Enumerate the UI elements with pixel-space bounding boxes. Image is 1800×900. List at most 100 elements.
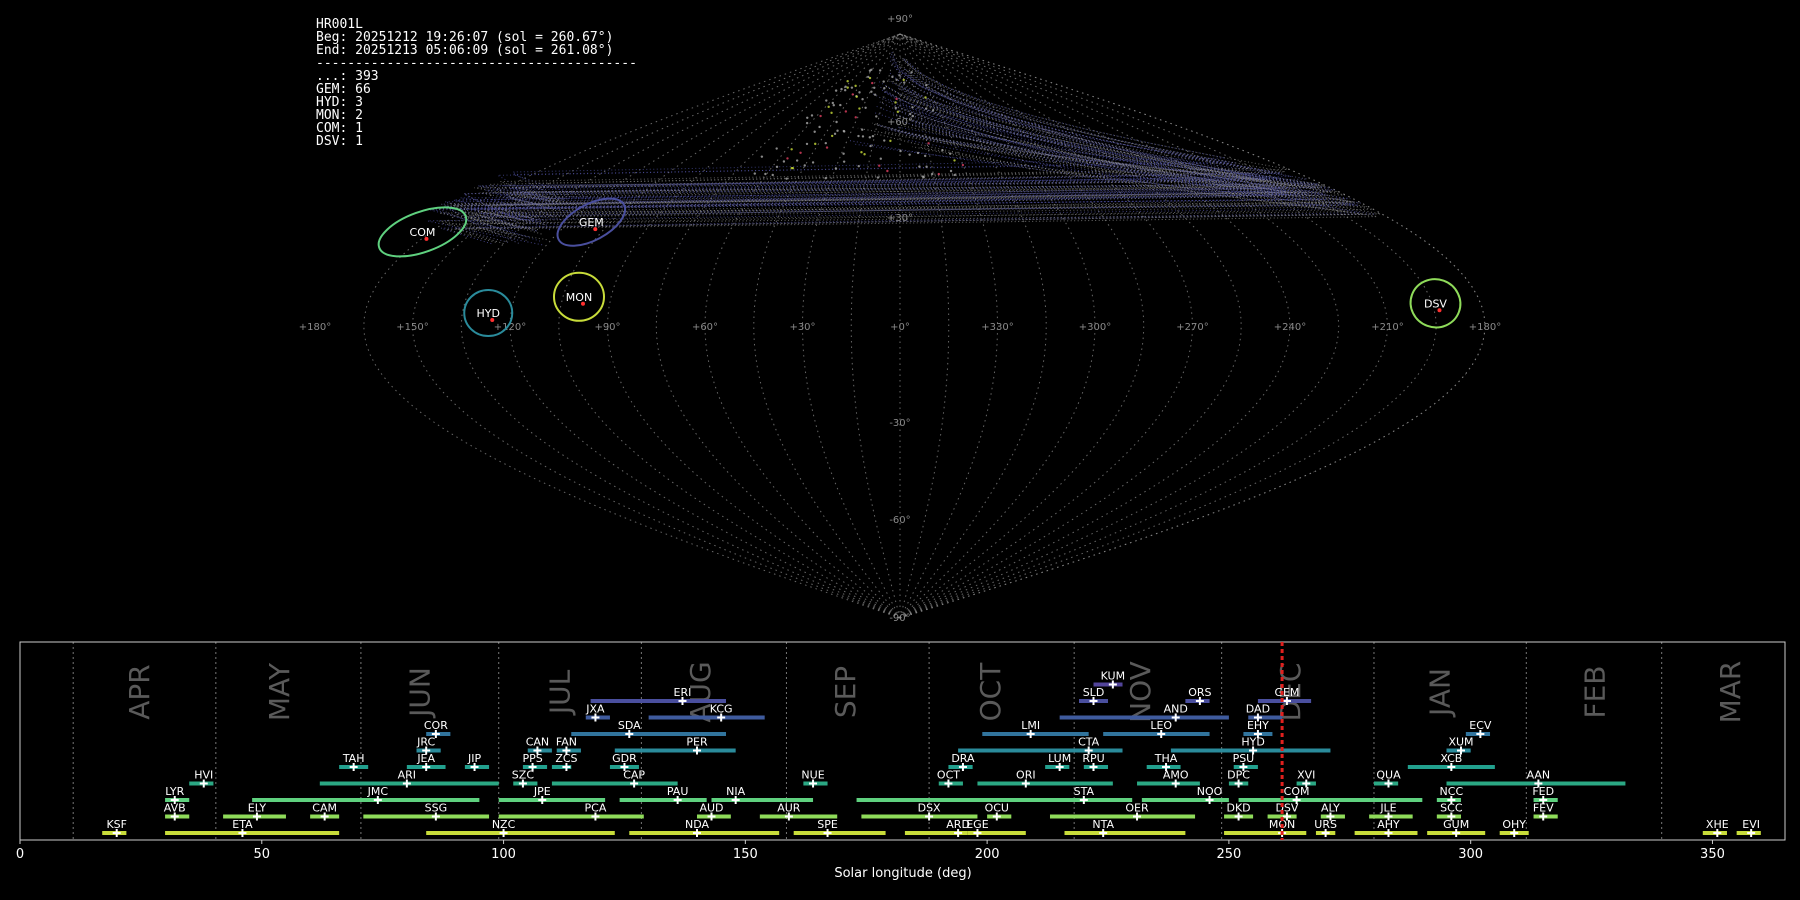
shower-ors: ORS: [1185, 686, 1212, 705]
meteor-point: [870, 90, 873, 93]
shower-label: URS: [1314, 818, 1337, 831]
shower-nzc: NZC: [426, 818, 615, 837]
shower-ocu: OCU: [985, 802, 1012, 821]
meteor-point: [894, 101, 897, 104]
shower-label: JPE: [533, 785, 551, 798]
meteor-point: [805, 142, 809, 146]
meteor-point: [871, 81, 874, 85]
shower-fed: FED: [1532, 785, 1558, 804]
shower-cta: CTA: [958, 736, 1123, 755]
meteor-point: [896, 110, 900, 114]
shower-xcb: XCB: [1407, 752, 1495, 771]
meteor-point: [782, 160, 786, 163]
month-label-nov: NOV: [1124, 661, 1157, 723]
shower-label: ORS: [1188, 686, 1211, 699]
shower-ncc: NCC: [1436, 785, 1463, 804]
shower-radiants: COM GEM MON HYD DSV: [377, 197, 1462, 338]
meteor-point: [925, 165, 928, 168]
shower-label: DRA: [951, 752, 975, 765]
shower-label: OHY: [1502, 818, 1526, 831]
meteor-point: [824, 141, 827, 145]
count-gem: GEM: 66: [316, 82, 371, 97]
shower-per: PER: [614, 736, 736, 755]
lon-tick-label: +90°: [594, 322, 620, 333]
shower-scc: SCC: [1436, 802, 1463, 821]
meteor-point: [894, 106, 897, 110]
shower-label: JIP: [467, 752, 481, 765]
meteor-point: [878, 164, 881, 167]
shower-avb: AVB: [164, 802, 190, 821]
radiant-label-mon: MON: [566, 291, 592, 304]
shower-pps: PPS: [522, 752, 548, 771]
shower-ecv: ECV: [1465, 719, 1492, 738]
shower-label: EGE: [966, 818, 988, 831]
shower-nta: NTA: [1064, 818, 1186, 837]
shower-ohy: OHY: [1499, 818, 1529, 837]
meteor-point: [834, 89, 838, 92]
month-label-feb: FEB: [1578, 665, 1611, 718]
shower-label: CAP: [623, 769, 645, 782]
meteor-point: [882, 80, 885, 83]
shower-label: HYD: [1241, 736, 1264, 749]
meteor-point: [850, 86, 854, 89]
shower-fan: FAN: [556, 736, 581, 755]
sky-map: +180° +150° +120° +90° +60° +30° +0° +330° +300°…: [299, 14, 1501, 624]
count-com: COM: 1: [316, 121, 363, 136]
meteor-point: [908, 153, 911, 156]
shower-label: DKD: [1226, 802, 1250, 815]
meteor-point: [863, 153, 866, 156]
shower-label: PAU: [667, 785, 689, 798]
shower-mon: MON: [1224, 818, 1307, 837]
meteor-point: [895, 97, 898, 101]
month-label-sep: SEP: [829, 666, 862, 718]
shower-label: NIA: [726, 785, 745, 798]
meteor-point: [889, 139, 892, 143]
meteor-point: [891, 75, 894, 79]
radiant-label-com: COM: [410, 226, 436, 239]
meteor-point: [918, 165, 921, 168]
meteor-point: [835, 120, 838, 124]
shower-spe: SPE: [793, 818, 886, 837]
shower-timeline: APR MAY JUN JUL AUG SEP OCT NOV DEC JAN FEB MAR KSF…: [16, 641, 1786, 881]
meteor-point: [898, 74, 901, 77]
meteor-point: [949, 152, 952, 155]
shower-label: TAH: [342, 752, 365, 765]
shower-label: AUR: [777, 802, 801, 815]
meteor-point: [858, 91, 861, 94]
shower-label: FED: [1532, 785, 1554, 798]
meteor-point: [832, 104, 835, 107]
meteor-point: [857, 134, 860, 138]
meteor-point: [864, 106, 867, 109]
shower-label: EVI: [1742, 818, 1760, 831]
shower-sta: STA: [856, 785, 1133, 804]
shower-qua: QUA: [1373, 769, 1401, 788]
shower-label: OER: [1125, 802, 1149, 815]
meteor-point: [858, 107, 861, 110]
shower-dsx: DSX: [861, 802, 978, 821]
meteor-point: [840, 87, 843, 91]
shower-label: CTA: [1078, 736, 1100, 749]
lat-tick-label: -60°: [889, 515, 910, 526]
shower-label: DPC: [1227, 769, 1250, 782]
meteor-point: [843, 89, 847, 92]
shower-zcs: ZCS: [551, 752, 578, 771]
shower-label: ERI: [674, 686, 692, 699]
meteor-point: [953, 159, 956, 162]
radiant-label-hyd: HYD: [477, 307, 500, 320]
shower-label: PSU: [1233, 752, 1255, 765]
lat-tick-label: -30°: [889, 418, 910, 429]
lon-tick-label: +240°: [1274, 322, 1306, 333]
shower-label: DSX: [918, 802, 941, 815]
meteor-point: [875, 115, 878, 118]
shower-jmc: JMC: [252, 785, 480, 804]
shower-pau: PAU: [619, 785, 707, 804]
shower-label: ALY: [1321, 802, 1340, 815]
shower-label: NUE: [801, 769, 824, 782]
shower-label: LMI: [1021, 719, 1040, 732]
meteor-point: [927, 142, 930, 145]
shower-label: AND: [1164, 703, 1188, 716]
shower-aan: AAN: [1446, 769, 1626, 788]
shower-label: XHE: [1706, 818, 1729, 831]
x-tick-label: 0: [16, 847, 24, 862]
meteor-point: [846, 86, 849, 89]
